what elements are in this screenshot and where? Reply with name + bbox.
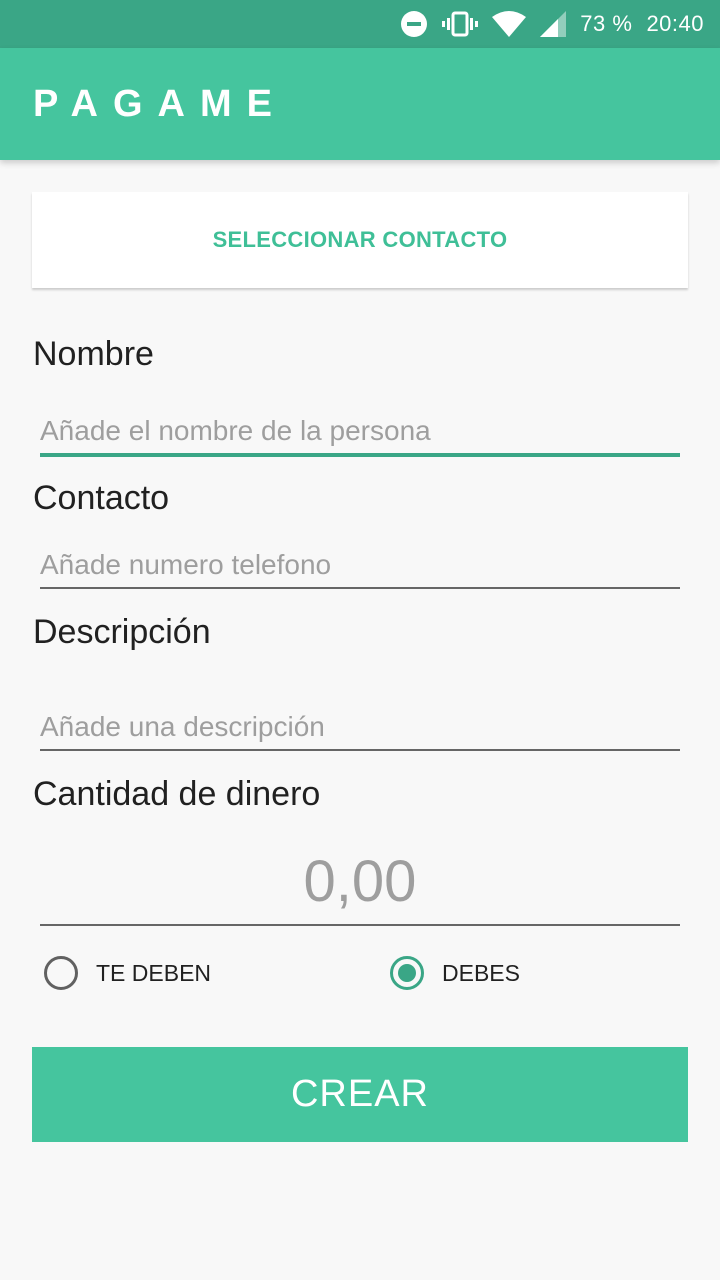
clock: 20:40	[646, 11, 704, 36]
description-label: Descripción	[33, 613, 211, 651]
name-input[interactable]	[40, 411, 680, 451]
name-input-underline	[40, 453, 680, 457]
do-not-disturb-icon	[400, 10, 428, 38]
radio-debes-circle[interactable]	[390, 956, 424, 990]
battery-percent: 73 %	[580, 11, 633, 36]
status-bar: 73 % 20:40	[0, 0, 720, 48]
contact-label: Contacto	[33, 479, 170, 517]
radio-debes[interactable]: DEBES	[390, 956, 520, 990]
radio-te-deben-circle[interactable]	[44, 956, 78, 990]
description-input[interactable]	[40, 707, 680, 747]
select-contact-button[interactable]: SELECCIONAR CONTACTO	[32, 192, 688, 288]
signal-icon	[540, 11, 567, 37]
radio-te-deben-label: TE DEBEN	[96, 959, 212, 986]
vibrate-icon	[442, 10, 479, 38]
phone-input[interactable]	[40, 545, 680, 585]
app-title: PAGAME	[33, 83, 287, 125]
amount-label: Cantidad de dinero	[33, 775, 321, 813]
amount-input[interactable]	[40, 847, 680, 917]
create-button[interactable]: CREAR	[32, 1047, 688, 1142]
app-bar: PAGAME	[0, 48, 720, 160]
radio-te-deben[interactable]: TE DEBEN	[44, 956, 211, 990]
description-input-underline	[40, 749, 680, 751]
amount-input-underline	[40, 924, 680, 926]
radio-debes-label: DEBES	[442, 959, 520, 986]
name-label: Nombre	[33, 335, 154, 373]
status-bar-indicators: 73 % 20:40	[400, 0, 704, 48]
phone-input-underline	[40, 587, 680, 589]
wifi-icon	[492, 11, 527, 37]
